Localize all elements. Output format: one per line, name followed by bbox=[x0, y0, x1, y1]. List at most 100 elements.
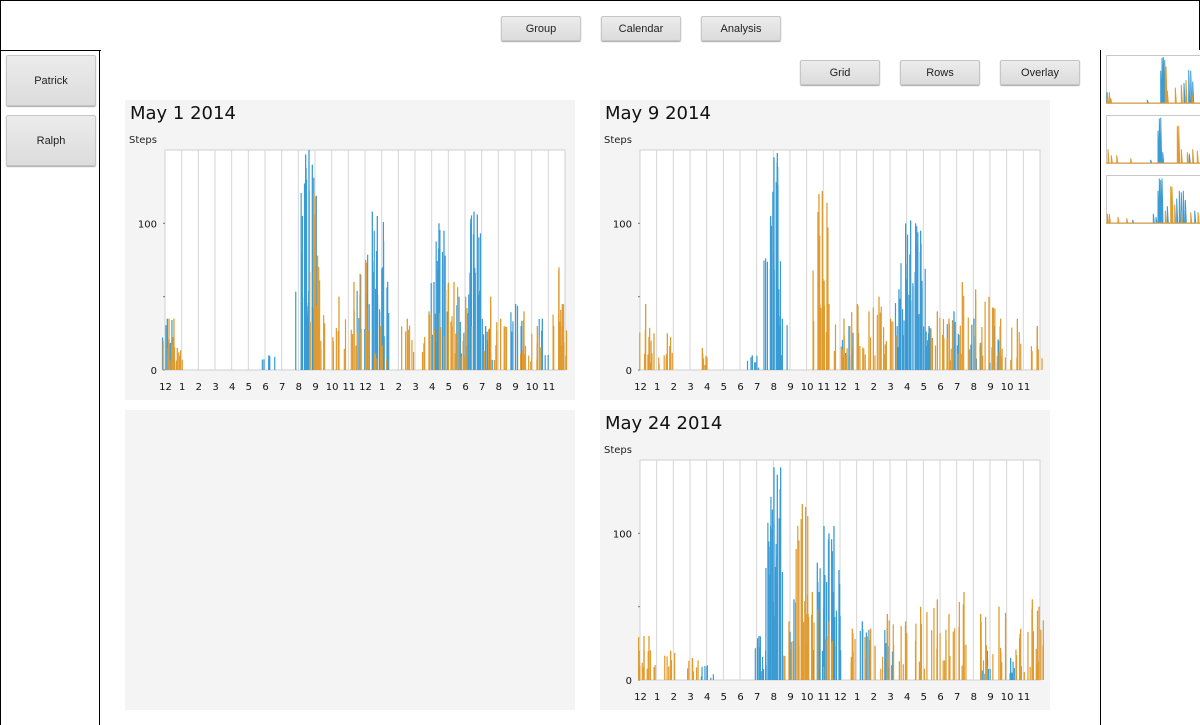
step-bar bbox=[982, 355, 984, 370]
x-tick-label: 2 bbox=[871, 692, 877, 703]
step-bar bbox=[859, 346, 861, 370]
step-bar bbox=[905, 640, 907, 680]
step-bar bbox=[323, 315, 325, 370]
step-bar bbox=[441, 251, 444, 370]
step-bar bbox=[654, 665, 656, 680]
analysis-button[interactable]: Analysis bbox=[701, 16, 781, 41]
people-sidebar: Patrick Ralph bbox=[0, 50, 100, 725]
x-tick-label: 1 bbox=[379, 382, 385, 393]
step-bar bbox=[373, 230, 375, 370]
step-bar bbox=[852, 651, 854, 680]
x-tick-label: 3 bbox=[212, 382, 218, 393]
step-bar bbox=[179, 355, 181, 370]
step-bar bbox=[884, 630, 886, 680]
step-bar bbox=[891, 665, 893, 680]
x-tick-label: 11 bbox=[1017, 692, 1030, 703]
step-bar bbox=[413, 352, 415, 370]
step-bar bbox=[663, 355, 665, 370]
step-bar bbox=[906, 234, 909, 370]
step-bar bbox=[985, 645, 987, 680]
step-bar bbox=[998, 352, 1000, 370]
step-bar bbox=[313, 214, 316, 370]
step-bar bbox=[320, 340, 322, 370]
step-bar bbox=[876, 314, 878, 370]
step-bar bbox=[923, 668, 925, 680]
step-bar bbox=[309, 272, 311, 370]
step-bar bbox=[765, 567, 767, 680]
step-bar bbox=[1018, 331, 1020, 370]
step-bar bbox=[962, 604, 964, 680]
person-button-patrick[interactable]: Patrick bbox=[6, 55, 96, 106]
step-bar bbox=[926, 611, 928, 680]
step-bar bbox=[359, 342, 361, 370]
step-bar bbox=[963, 295, 965, 370]
x-tick-label: 5 bbox=[721, 382, 727, 393]
step-bar bbox=[1009, 673, 1011, 680]
x-tick-label: 5 bbox=[921, 692, 927, 703]
step-bar bbox=[896, 326, 898, 370]
step-bar bbox=[931, 630, 933, 680]
step-bar bbox=[892, 644, 895, 680]
step-bar bbox=[274, 356, 276, 370]
thumbnail[interactable] bbox=[1106, 175, 1200, 225]
step-bar bbox=[466, 308, 468, 370]
step-bar bbox=[880, 306, 882, 370]
step-bar bbox=[936, 311, 938, 370]
step-bar bbox=[874, 646, 876, 680]
day-chart-panel[interactable]: May 9 2014 Steps 0 100 12 1 2 3 4 5 6 7 8 9 10 11 12 1 2… bbox=[600, 100, 1050, 400]
step-bar bbox=[669, 664, 671, 680]
x-tick-label: 5 bbox=[246, 382, 252, 393]
x-tick-label: 10 bbox=[326, 382, 339, 393]
step-bar bbox=[1027, 631, 1029, 680]
step-bar bbox=[756, 355, 758, 370]
step-bar bbox=[455, 333, 457, 370]
step-bar bbox=[885, 643, 887, 680]
x-tick-label: 3 bbox=[887, 382, 893, 393]
step-bar bbox=[975, 300, 977, 370]
y-tick-label: 100 bbox=[613, 529, 632, 540]
step-bar bbox=[405, 331, 407, 370]
x-tick-label: 8 bbox=[771, 692, 777, 703]
group-button[interactable]: Group bbox=[501, 16, 581, 41]
x-tick-label: 3 bbox=[887, 692, 893, 703]
step-bar bbox=[888, 620, 890, 680]
step-bar bbox=[852, 332, 854, 370]
person-button-ralph[interactable]: Ralph bbox=[6, 115, 96, 166]
step-bar bbox=[653, 667, 655, 680]
thumbnail[interactable] bbox=[1106, 115, 1200, 165]
grid-view-button[interactable]: Grid bbox=[800, 60, 880, 85]
step-bar bbox=[316, 349, 319, 370]
step-bar bbox=[490, 306, 492, 370]
step-bar bbox=[776, 474, 778, 680]
step-bar bbox=[1036, 327, 1038, 370]
step-bar bbox=[954, 628, 956, 680]
day-chart: 010012 1 2 3 4 5 6 7 8 9 10 11 12 1 2 3 4 5 6 7 8 9 10 11 bbox=[138, 149, 568, 393]
step-bar bbox=[674, 652, 676, 680]
day-chart-panel[interactable]: May 24 2014 Steps 0 100 12 1 2 3 4 5 6 7 8 9 10 11 12 1… bbox=[600, 410, 1050, 710]
calendar-button[interactable]: Calendar bbox=[601, 16, 681, 41]
step-bar bbox=[373, 353, 376, 370]
step-bar bbox=[485, 326, 487, 370]
step-bar bbox=[864, 636, 866, 680]
step-bar bbox=[365, 262, 367, 370]
step-bar bbox=[825, 639, 827, 680]
thumbnail[interactable] bbox=[1106, 55, 1200, 105]
step-bar bbox=[649, 362, 651, 370]
step-bar bbox=[934, 345, 937, 370]
rows-view-button[interactable]: Rows bbox=[900, 60, 980, 85]
x-tick-label: 10 bbox=[801, 692, 814, 703]
day-chart: 010012 1 2 3 4 5 6 7 8 9 10 11 12 1 2 3 4 5 6 7 8 9 10 11 bbox=[613, 149, 1043, 393]
step-bar bbox=[912, 286, 914, 370]
step-bar bbox=[486, 340, 489, 370]
overlay-view-button[interactable]: Overlay bbox=[1000, 60, 1080, 85]
x-tick-label: 4 bbox=[904, 382, 910, 393]
x-tick-label: 3 bbox=[412, 382, 418, 393]
day-chart-panel[interactable]: May 1 2014 Steps 0 100 12 1 2 3 4 5 6 7 8 9 10 11 12 1 2… bbox=[125, 100, 575, 400]
step-bar bbox=[1013, 668, 1015, 680]
step-bar bbox=[774, 576, 777, 680]
x-tick-label: 11 bbox=[342, 382, 355, 393]
x-tick-label: 12 bbox=[159, 382, 172, 393]
step-bar bbox=[898, 661, 900, 680]
step-bar bbox=[805, 645, 807, 680]
step-bar bbox=[952, 321, 954, 370]
